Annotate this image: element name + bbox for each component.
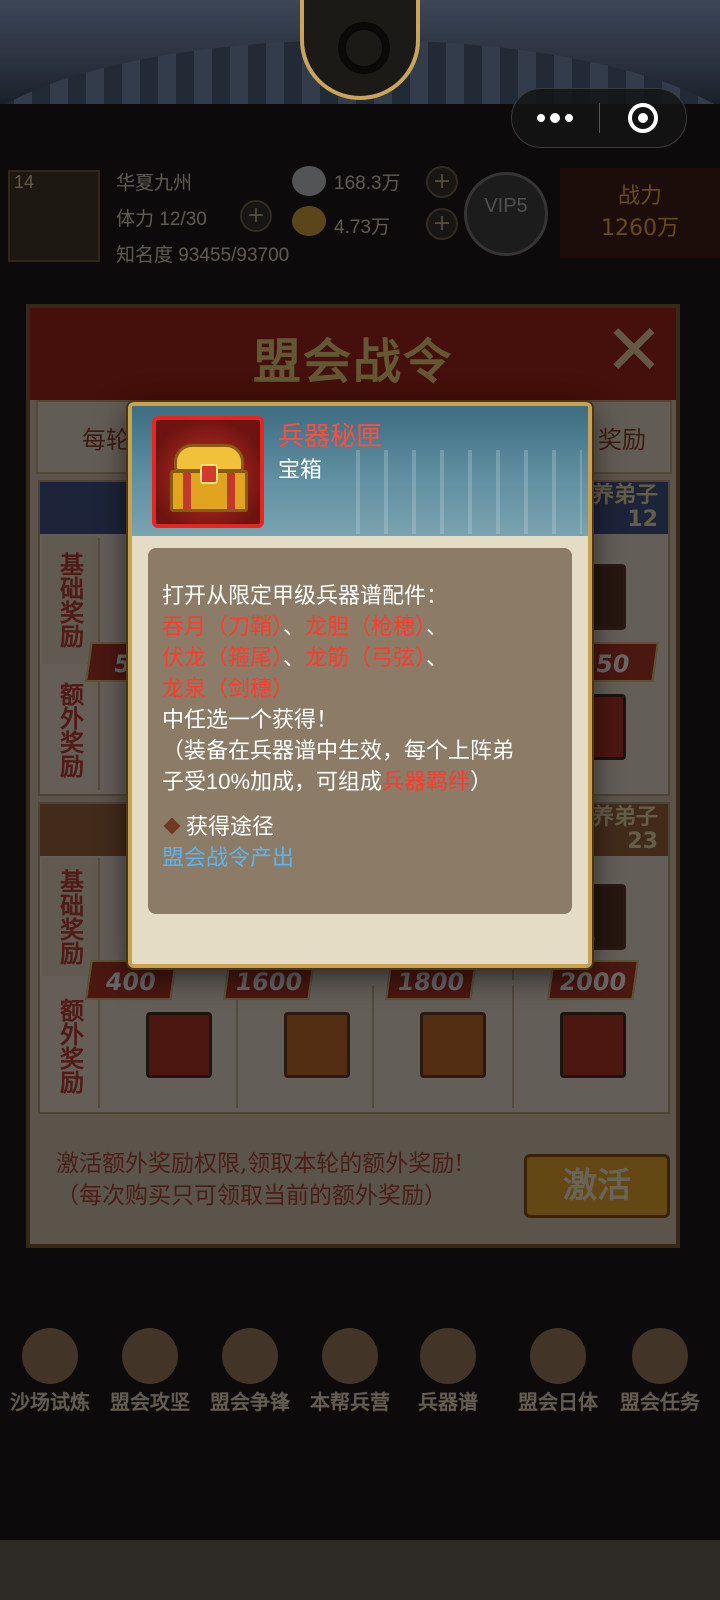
fame-text: 知名度 93455/93700 bbox=[116, 245, 290, 266]
add-silver-button[interactable]: + bbox=[426, 166, 458, 198]
roof-ornament bbox=[300, 0, 420, 100]
desc-note-1: （装备在兵器谱中生效，每个上阵弟 bbox=[162, 738, 515, 763]
close-miniprogram-button[interactable] bbox=[600, 88, 687, 148]
arena-icon bbox=[22, 1328, 78, 1384]
header-right-label: 奖励 bbox=[598, 426, 646, 454]
nav-item[interactable]: 盟会任务 bbox=[610, 1318, 710, 1436]
diamond-bullet-icon bbox=[163, 817, 181, 835]
target-icon bbox=[627, 103, 658, 133]
weapon-list-icon bbox=[420, 1328, 476, 1384]
reward-cell[interactable] bbox=[372, 986, 530, 1108]
player-level: 14 bbox=[14, 172, 35, 192]
miniprogram-capsule bbox=[511, 88, 687, 148]
add-gold-button[interactable]: + bbox=[426, 208, 458, 240]
base-reward-label: 基础奖励 bbox=[42, 858, 98, 976]
separator: 、 bbox=[426, 614, 449, 639]
nav-item[interactable]: 兵器谱 bbox=[398, 1318, 498, 1436]
desc-choose: 中任选一个获得！ bbox=[162, 707, 339, 732]
floor-decoration bbox=[0, 1540, 720, 1600]
weapon-bond-highlight: 兵器羁绊 bbox=[382, 769, 471, 794]
nav-item[interactable]: 盟会日体 bbox=[508, 1318, 608, 1436]
tip-line-1: 激活额外奖励权限,领取本轮的额外奖励! bbox=[56, 1151, 464, 1177]
activate-tip: 激活额外奖励权限,领取本轮的额外奖励! （每次购买只可领取当前的额外奖励） bbox=[56, 1148, 526, 1212]
source-title: 获得途径 bbox=[162, 811, 558, 842]
activate-button[interactable]: 激活 bbox=[524, 1154, 670, 1218]
item-detail-popup: 兵器秘匣 宝箱 打开从限定甲级兵器谱配件： 吞月（刀鞘）、龙胆（枪穗）、 伏龙（… bbox=[128, 402, 592, 968]
add-stamina-button[interactable]: + bbox=[240, 200, 272, 232]
siege-icon bbox=[122, 1328, 178, 1384]
reward-item-icon bbox=[420, 1012, 486, 1078]
reward-cell[interactable] bbox=[236, 986, 394, 1108]
gold-icon bbox=[292, 206, 326, 236]
separator: 、 bbox=[283, 645, 306, 670]
option-item: 龙筋（弓弦） bbox=[305, 645, 427, 670]
header-left-label: 每轮 bbox=[82, 426, 130, 454]
reward-cell[interactable] bbox=[98, 986, 256, 1108]
task-icon bbox=[632, 1328, 688, 1384]
bottom-nav: 沙场试炼 盟会攻坚 盟会争锋 本帮兵营 兵器谱 盟会日体 盟会任务 bbox=[0, 1318, 720, 1436]
option-item: 龙胆（枪穗） bbox=[305, 614, 427, 639]
nav-label: 兵器谱 bbox=[418, 1390, 478, 1414]
panel-title: 盟会战令 bbox=[252, 334, 453, 390]
server-name: 华夏九州 bbox=[116, 173, 193, 194]
nav-item[interactable]: 沙场试炼 bbox=[0, 1318, 100, 1436]
option-item: 龙泉（剑穗） bbox=[162, 676, 295, 701]
nav-label: 本帮兵营 bbox=[310, 1390, 390, 1414]
silver-amount: 168.3万 bbox=[334, 173, 401, 194]
treasure-chest-icon bbox=[152, 416, 264, 528]
vip-badge[interactable]: VIP5 bbox=[464, 172, 548, 256]
contest-icon bbox=[222, 1328, 278, 1384]
note-text-end: ） bbox=[470, 769, 493, 794]
player-hud: 14 华夏九州 体力 12/30 + 知名度 93455/93700 168.3… bbox=[0, 160, 720, 270]
option-item: 吞月（刀鞘） bbox=[162, 614, 284, 639]
desc-options-line-1: 吞月（刀鞘）、龙胆（枪穗）、 bbox=[162, 611, 558, 642]
close-icon[interactable]: ✕ bbox=[596, 314, 672, 390]
item-description: 打开从限定甲级兵器谱配件： 吞月（刀鞘）、龙胆（枪穗）、 伏龙（箍尾）、龙筋（弓… bbox=[148, 548, 572, 914]
gold-amount: 4.73万 bbox=[334, 217, 390, 238]
silver-icon bbox=[292, 166, 326, 196]
item-name: 兵器秘匣 bbox=[278, 421, 383, 451]
option-item: 伏龙（箍尾） bbox=[162, 645, 284, 670]
note-text: 子受10%加成，可组成 bbox=[162, 769, 383, 794]
reward-item-icon bbox=[146, 1012, 212, 1078]
stamina-text: 体力 12/30 bbox=[116, 209, 207, 230]
nav-label: 盟会攻坚 bbox=[110, 1390, 190, 1414]
source-link[interactable]: 盟会战令产出 bbox=[162, 842, 558, 873]
reward-cell[interactable] bbox=[512, 986, 670, 1108]
reward-item-icon bbox=[284, 1012, 350, 1078]
desc-note-2: 子受10%加成，可组成兵器羁绊） bbox=[162, 766, 558, 797]
separator: 、 bbox=[283, 614, 306, 639]
daily-icon bbox=[530, 1328, 586, 1384]
desc-options-line-2: 伏龙（箍尾）、龙筋（弓弦）、 bbox=[162, 642, 558, 673]
nav-item[interactable]: 盟会争锋 bbox=[200, 1318, 300, 1436]
nav-item[interactable]: 本帮兵营 bbox=[300, 1318, 400, 1436]
nav-label: 盟会争锋 bbox=[210, 1390, 290, 1414]
calligraphy-background bbox=[332, 450, 582, 534]
reward-item-icon bbox=[560, 1012, 626, 1078]
extra-reward-label: 额外奖励 bbox=[42, 666, 98, 794]
desc-intro: 打开从限定甲级兵器谱配件： bbox=[162, 583, 449, 608]
power-value: 1260万 bbox=[601, 216, 679, 241]
separator: 、 bbox=[426, 645, 449, 670]
item-type: 宝箱 bbox=[278, 457, 323, 482]
nav-label: 盟会日体 bbox=[518, 1390, 598, 1414]
power-label: 战力 bbox=[617, 184, 662, 209]
nav-label: 盟会任务 bbox=[620, 1390, 700, 1414]
barracks-icon bbox=[322, 1328, 378, 1384]
nav-label: 沙场试炼 bbox=[10, 1390, 90, 1414]
popup-header: 兵器秘匣 宝箱 bbox=[132, 406, 588, 536]
more-menu-button[interactable] bbox=[512, 88, 599, 148]
nav-item[interactable]: 盟会攻坚 bbox=[100, 1318, 200, 1436]
combat-power: 战力 1260万 bbox=[560, 168, 720, 258]
source-title-text: 获得途径 bbox=[186, 814, 275, 839]
desc-options-line-3: 龙泉（剑穗） bbox=[162, 673, 558, 704]
tip-line-2: （每次购买只可领取当前的额外奖励） bbox=[56, 1183, 447, 1209]
